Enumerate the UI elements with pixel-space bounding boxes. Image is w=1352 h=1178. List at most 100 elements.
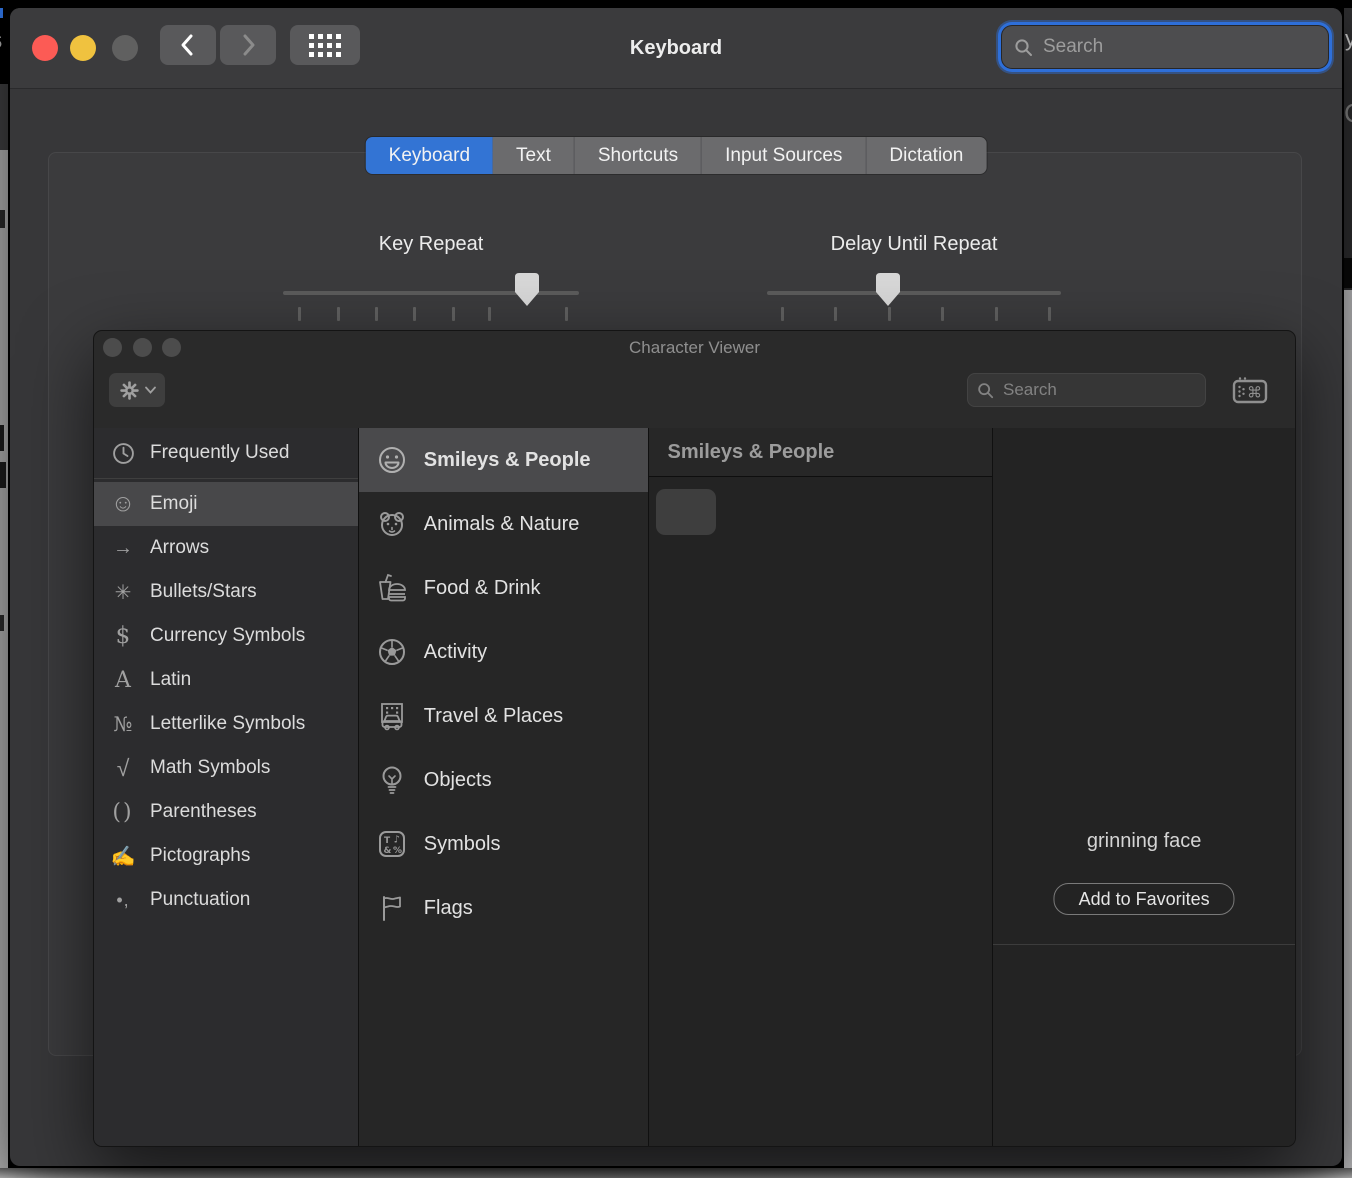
sidebar-item-punctuation[interactable]: •, Punctuation bbox=[94, 878, 358, 922]
sidebar-item-arrows[interactable]: → Arrows bbox=[94, 526, 358, 570]
grid-section-header: Smileys & People bbox=[648, 428, 993, 477]
sidebar-item-pictographs[interactable]: ✍ Pictographs bbox=[94, 834, 358, 878]
sidebar-item-label: Bullets/Stars bbox=[150, 581, 257, 602]
search-input[interactable] bbox=[1041, 35, 1316, 59]
character-search-field[interactable] bbox=[967, 373, 1206, 407]
tab-dictation[interactable]: Dictation bbox=[865, 137, 987, 174]
sidebar-item-bullets-stars[interactable]: ✳ Bullets/Stars bbox=[94, 570, 358, 614]
background-window-fragment bbox=[1344, 290, 1352, 1178]
tick bbox=[888, 307, 891, 321]
chevron-right-icon bbox=[237, 30, 259, 60]
category-label: Flags bbox=[423, 896, 473, 919]
background-window-fragment: s bbox=[0, 24, 8, 56]
writing-hand-icon: ✍ bbox=[110, 845, 136, 868]
category-label: Smileys & People bbox=[423, 448, 591, 471]
background-window-fragment bbox=[0, 150, 8, 1178]
key-repeat-label: Key Repeat bbox=[378, 233, 484, 255]
character-viewer-content: Frequently Used ☺ Emoji → Arrows ✳ Bulle… bbox=[94, 428, 1295, 1146]
tick bbox=[995, 307, 998, 321]
sidebar-item-emoji[interactable]: ☺ Emoji bbox=[94, 482, 358, 526]
flag-icon bbox=[376, 892, 408, 924]
tick bbox=[1048, 307, 1051, 321]
gear-icon bbox=[119, 380, 140, 401]
sidebar-item-currency-symbols[interactable]: $ Currency Symbols bbox=[94, 614, 358, 658]
category-food-drink[interactable]: Food & Drink bbox=[359, 556, 648, 620]
character-grid: Smileys & People bbox=[648, 428, 994, 1146]
close-button[interactable] bbox=[32, 35, 58, 61]
tick bbox=[781, 307, 784, 321]
search-icon bbox=[977, 382, 994, 399]
punctuation-icon: •, bbox=[116, 889, 130, 910]
category-flags[interactable]: Flags bbox=[359, 876, 648, 940]
add-to-favorites-button[interactable]: Add to Favorites bbox=[1053, 883, 1235, 915]
tick bbox=[337, 307, 340, 321]
tab-input-sources[interactable]: Input Sources bbox=[701, 137, 866, 174]
tab-text[interactable]: Text bbox=[493, 137, 574, 174]
category-animals-nature[interactable]: Animals & Nature bbox=[359, 492, 648, 556]
numero-icon: № bbox=[113, 712, 133, 736]
sidebar-item-letterlike-symbols[interactable]: № Letterlike Symbols bbox=[94, 702, 358, 746]
svg-text:T: T bbox=[384, 836, 391, 846]
emoji-category-list: Smileys & People Animals & Nature Food &… bbox=[358, 428, 649, 1146]
category-label: Activity bbox=[423, 640, 488, 663]
character-viewer-title: Character Viewer bbox=[628, 338, 761, 357]
search-input[interactable] bbox=[1001, 379, 1196, 401]
title-bar[interactable]: Keyboard bbox=[10, 8, 1342, 89]
close-button[interactable] bbox=[103, 338, 122, 357]
zoom-button[interactable] bbox=[112, 35, 138, 61]
clock-icon bbox=[108, 442, 138, 465]
background-window-fragment bbox=[0, 8, 3, 18]
character-name: grinning face bbox=[1086, 830, 1202, 852]
svg-text:&: & bbox=[383, 846, 391, 856]
character-detail-panel: grinning face Add to Favorites bbox=[993, 428, 1295, 1146]
minimize-button[interactable] bbox=[70, 35, 96, 61]
forward-button[interactable] bbox=[220, 25, 276, 65]
sidebar-item-label: Math Symbols bbox=[150, 757, 271, 778]
zoom-button[interactable] bbox=[162, 338, 181, 357]
keyboard-viewer-toggle-button[interactable]: ⌘ bbox=[1230, 375, 1270, 406]
sidebar-item-frequently-used[interactable]: Frequently Used bbox=[94, 428, 358, 478]
svg-text:⌘: ⌘ bbox=[1247, 383, 1262, 401]
key-repeat-slider-thumb[interactable] bbox=[514, 272, 540, 308]
tick bbox=[941, 307, 944, 321]
parentheses-icon: () bbox=[112, 799, 134, 825]
category-smileys-people[interactable]: Smileys & People bbox=[358, 428, 648, 492]
category-activity[interactable]: Activity bbox=[359, 620, 648, 684]
emoji-cell-grinning-face[interactable] bbox=[655, 489, 716, 535]
actions-menu-button[interactable] bbox=[109, 373, 165, 407]
minimize-button[interactable] bbox=[133, 338, 152, 357]
tick bbox=[565, 307, 568, 321]
category-label: Objects bbox=[423, 768, 492, 791]
soccer-ball-icon bbox=[376, 636, 408, 668]
delay-slider-thumb[interactable] bbox=[875, 272, 901, 308]
sidebar-item-label: Currency Symbols bbox=[150, 625, 306, 646]
category-symbols[interactable]: T ♪ &% Symbols bbox=[359, 812, 648, 876]
search-icon bbox=[1014, 38, 1033, 57]
keyboard-viewer-icon: ⌘ bbox=[1232, 376, 1268, 405]
food-drink-icon bbox=[376, 572, 408, 604]
sidebar-item-label: Punctuation bbox=[150, 889, 251, 910]
arrow-right-icon: → bbox=[113, 536, 133, 559]
back-button[interactable] bbox=[160, 25, 216, 65]
sidebar-item-label: Pictographs bbox=[150, 845, 251, 866]
tick bbox=[298, 307, 301, 321]
category-travel-places[interactable]: Travel & Places bbox=[359, 684, 648, 748]
show-all-button[interactable] bbox=[290, 25, 360, 65]
sidebar-item-math-symbols[interactable]: √ Math Symbols bbox=[94, 746, 358, 790]
tab-keyboard[interactable]: Keyboard bbox=[365, 137, 494, 174]
smiley-icon: ☺ bbox=[110, 490, 136, 517]
sidebar-item-label: Emoji bbox=[150, 493, 198, 514]
tab-shortcuts[interactable]: Shortcuts bbox=[573, 137, 702, 174]
category-objects[interactable]: Objects bbox=[359, 748, 648, 812]
category-label: Symbols bbox=[423, 832, 501, 855]
dollar-icon: $ bbox=[115, 623, 131, 649]
sidebar-item-latin[interactable]: A Latin bbox=[94, 658, 358, 702]
preferences-search-field[interactable] bbox=[1002, 26, 1328, 68]
desktop-edge-strip bbox=[0, 1168, 1352, 1178]
sidebar-item-parentheses[interactable]: () Parentheses bbox=[94, 790, 358, 834]
sidebar-item-label: Latin bbox=[150, 669, 192, 690]
chevron-left-icon bbox=[177, 30, 199, 60]
delay-slider[interactable] bbox=[767, 291, 1061, 295]
sidebar-separator bbox=[94, 478, 358, 479]
grid-icon bbox=[309, 33, 341, 57]
